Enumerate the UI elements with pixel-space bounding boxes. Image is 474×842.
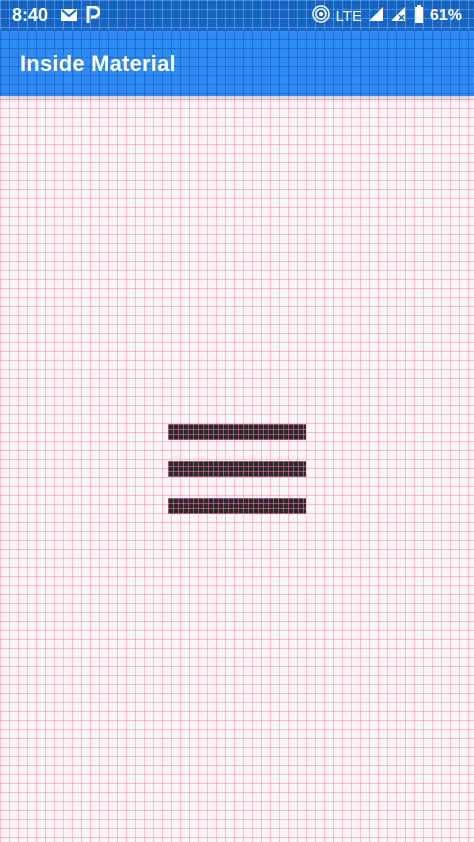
status-bar: 8:40 LTE 61% <box>0 0 474 30</box>
app-bar: Inside Material <box>0 30 474 96</box>
status-time: 8:40 <box>12 5 49 25</box>
battery-icon <box>414 5 424 27</box>
gmail-icon <box>60 8 78 27</box>
menu-icon[interactable] <box>168 424 306 516</box>
network-label: LTE <box>335 7 362 25</box>
notification-icons <box>60 5 101 29</box>
hotspot-icon <box>311 5 330 27</box>
menu-icon-bar-middle <box>168 461 306 477</box>
menu-icon-bar-top <box>168 424 306 440</box>
menu-icon-bar-bottom <box>168 498 306 514</box>
screen: 8:40 LTE 61% Inside Material <box>0 0 474 842</box>
signal-icon <box>368 6 384 26</box>
status-right: LTE 61% <box>311 5 462 27</box>
no-signal-icon <box>390 6 408 26</box>
battery-percentage: 61% <box>429 7 462 24</box>
parking-p-icon <box>86 5 101 29</box>
app-bar-title: Inside Material <box>20 51 176 76</box>
